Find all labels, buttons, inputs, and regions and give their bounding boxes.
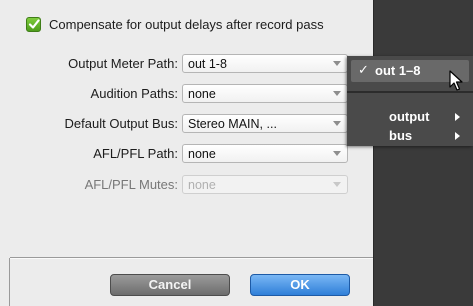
compensate-checkbox[interactable] xyxy=(26,16,41,32)
audition-paths-select[interactable]: none xyxy=(182,84,348,103)
default-output-bus-value: Stereo MAIN, ... xyxy=(188,117,277,131)
afl-pfl-path-row: AFL/PFL Path: none xyxy=(0,144,373,164)
audition-paths-row: Audition Paths: none xyxy=(0,84,373,104)
afl-pfl-mutes-row: AFL/PFL Mutes: none xyxy=(0,175,373,195)
footer-edge xyxy=(9,258,10,306)
submenu-arrow-icon xyxy=(455,132,460,140)
afl-pfl-mutes-value: none xyxy=(188,178,216,192)
afl-pfl-path-value: none xyxy=(188,147,216,161)
afl-pfl-mutes-select: none xyxy=(182,175,348,194)
output-meter-path-select[interactable]: out 1-8 xyxy=(182,54,348,73)
menu-item-label: out 1–8 xyxy=(375,63,421,78)
mouse-pointer-icon xyxy=(449,70,463,91)
default-output-bus-row: Default Output Bus: Stereo MAIN, ... xyxy=(0,114,373,134)
afl-pfl-mutes-label: AFL/PFL Mutes: xyxy=(84,177,178,192)
chevron-down-icon xyxy=(333,151,341,156)
submenu-arrow-icon xyxy=(455,113,460,121)
footer-divider-highlight xyxy=(10,258,373,259)
chevron-down-icon xyxy=(333,61,341,66)
output-meter-path-value: out 1-8 xyxy=(188,57,227,71)
output-meter-path-label: Output Meter Path: xyxy=(68,56,178,71)
chevron-down-icon xyxy=(333,121,341,126)
cancel-button[interactable]: Cancel xyxy=(110,274,230,296)
menu-item-output[interactable]: output xyxy=(389,109,429,124)
output-meter-path-row: Output Meter Path: out 1-8 xyxy=(0,54,373,74)
default-output-bus-select[interactable]: Stereo MAIN, ... xyxy=(182,114,348,133)
ok-button[interactable]: OK xyxy=(250,274,350,296)
chevron-down-icon xyxy=(333,182,341,187)
menu-item-bus[interactable]: bus xyxy=(389,128,412,143)
compensate-label: Compensate for output delays after recor… xyxy=(49,16,324,32)
default-output-bus-label: Default Output Bus: xyxy=(64,116,178,131)
afl-pfl-path-label: AFL/PFL Path: xyxy=(93,146,178,161)
afl-pfl-path-select[interactable]: none xyxy=(182,144,348,163)
checkmark-icon xyxy=(28,18,40,29)
check-icon: ✓ xyxy=(358,62,369,77)
compensate-row[interactable]: Compensate for output delays after recor… xyxy=(26,15,324,33)
audition-paths-value: none xyxy=(188,87,216,101)
io-settings-dialog: Compensate for output delays after recor… xyxy=(0,0,373,306)
audition-paths-label: Audition Paths: xyxy=(90,86,178,101)
chevron-down-icon xyxy=(333,91,341,96)
